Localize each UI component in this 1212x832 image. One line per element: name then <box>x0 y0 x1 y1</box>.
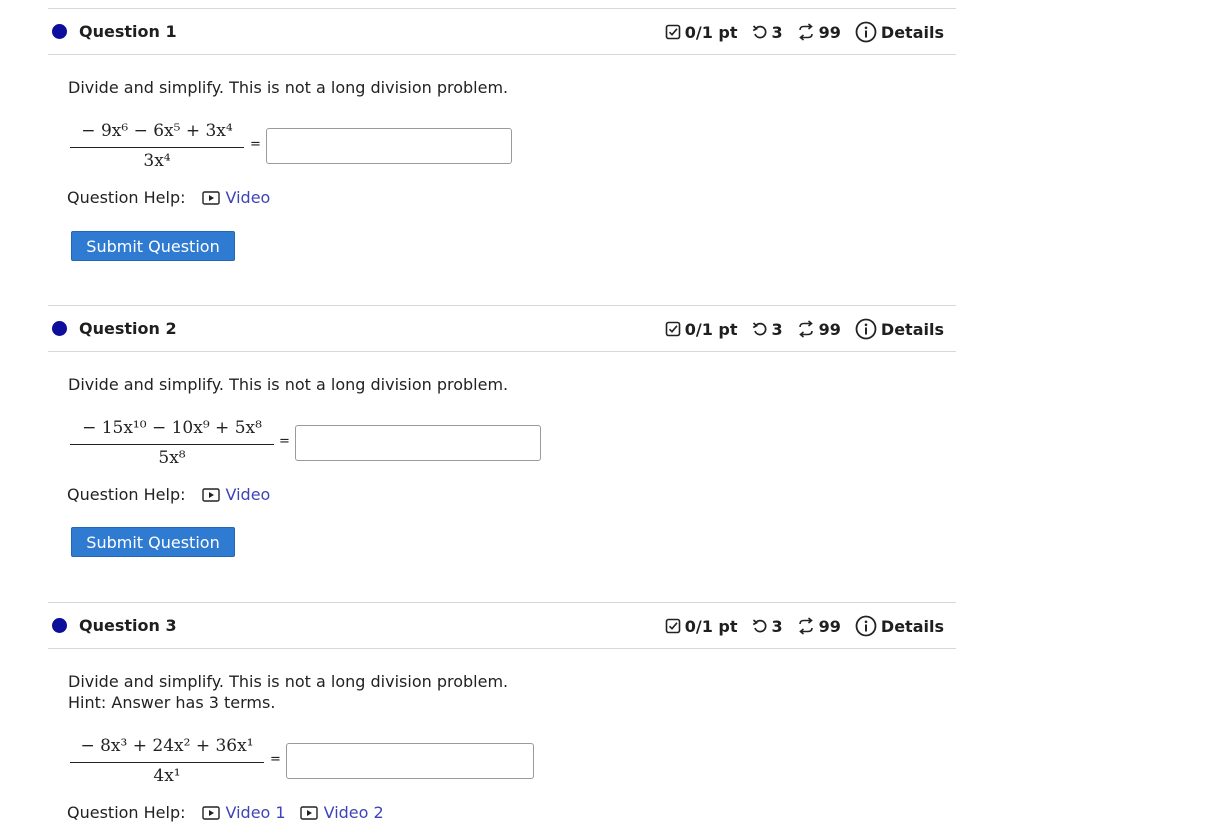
fraction-denominator: 3x⁴ <box>143 151 171 171</box>
video-icon <box>201 487 220 502</box>
fraction-expression: − 8x³ + 24x² + 36x¹ 4x¹ <box>70 736 270 790</box>
fraction-bar <box>70 147 244 148</box>
details-link[interactable]: Details <box>881 320 944 339</box>
question-header: Question 1 0/1 pt 3 99 Details <box>48 8 956 55</box>
question-3: Question 3 0/1 pt 3 99 Details Divide an… <box>48 602 956 822</box>
question-help: Question Help: Video <box>67 485 284 504</box>
question-help: Question Help: Video <box>67 188 284 207</box>
question-title: Question 2 <box>79 319 177 338</box>
question-header: Question 3 0/1 pt 3 99 Details <box>48 602 956 649</box>
video-link[interactable]: Video <box>201 485 271 504</box>
question-meta: 0/1 pt 3 99 Details <box>665 615 944 637</box>
video-icon <box>201 805 220 820</box>
checkbox-score-icon <box>665 321 681 337</box>
video-link-label: Video 1 <box>225 803 286 822</box>
question-title: Question 1 <box>79 22 177 41</box>
attempts-count: 99 <box>818 22 841 42</box>
video-link-1[interactable]: Video 1 <box>201 803 286 822</box>
fraction-expression: − 9x⁶ − 6x⁵ + 3x⁴ 3x⁴ <box>70 121 250 175</box>
video-icon <box>299 805 318 820</box>
attempts-icon <box>798 23 813 41</box>
question-help-label: Question Help: <box>67 803 186 822</box>
details-link[interactable]: Details <box>881 617 944 636</box>
retry-icon <box>752 322 767 336</box>
attempts-icon <box>798 320 813 338</box>
info-icon[interactable] <box>855 318 877 340</box>
status-dot <box>52 24 67 39</box>
fraction-denominator: 4x¹ <box>153 766 181 786</box>
submit-question-button[interactable]: Submit Question <box>71 527 235 557</box>
fraction-numerator: − 15x¹⁰ − 10x⁹ + 5x⁸ <box>82 418 262 438</box>
question-help-label: Question Help: <box>67 188 186 207</box>
retry-icon <box>752 25 767 39</box>
answer-input[interactable] <box>266 128 512 164</box>
checkbox-score-icon <box>665 618 681 634</box>
answer-input[interactable] <box>295 425 541 461</box>
question-1: Question 1 0/1 pt 3 99 Details Divide an… <box>48 8 956 261</box>
question-list: Question 1 0/1 pt 3 99 Details Divide an… <box>0 0 1212 832</box>
answer-input[interactable] <box>286 743 534 779</box>
fraction-bar <box>70 762 264 763</box>
fraction-denominator: 5x⁸ <box>158 448 186 468</box>
equals-sign: = <box>270 752 281 767</box>
submit-question-button[interactable]: Submit Question <box>71 231 235 261</box>
retry-icon <box>752 619 767 633</box>
fraction-expression: − 15x¹⁰ − 10x⁹ + 5x⁸ 5x⁸ <box>70 418 280 472</box>
video-link[interactable]: Video <box>201 188 271 207</box>
score-text: 0/1 pt <box>684 616 738 636</box>
question-prompt: Divide and simplify. This is not a long … <box>68 375 509 394</box>
question-2: Question 2 0/1 pt 3 99 Details Divide an… <box>48 305 956 557</box>
question-help-label: Question Help: <box>67 485 186 504</box>
retries-count: 3 <box>771 616 783 636</box>
info-icon[interactable] <box>855 21 877 43</box>
question-meta: 0/1 pt 3 99 Details <box>665 21 944 43</box>
fraction-numerator: − 9x⁶ − 6x⁵ + 3x⁴ <box>81 121 233 141</box>
equals-sign: = <box>279 434 290 449</box>
fraction-bar <box>70 444 274 445</box>
question-help: Question Help: Video 1 Video 2 <box>67 803 398 822</box>
question-prompt: Divide and simplify. This is not a long … <box>68 672 509 691</box>
question-hint: Hint: Answer has 3 terms. <box>68 693 276 712</box>
video-link-label: Video <box>225 485 271 504</box>
video-link-label: Video <box>225 188 271 207</box>
attempts-count: 99 <box>818 616 841 636</box>
video-link-label: Video 2 <box>323 803 384 822</box>
score-text: 0/1 pt <box>684 319 738 339</box>
details-link[interactable]: Details <box>881 23 944 42</box>
status-dot <box>52 321 67 336</box>
checkbox-score-icon <box>665 24 681 40</box>
score-text: 0/1 pt <box>684 22 738 42</box>
equals-sign: = <box>250 137 261 152</box>
question-header: Question 2 0/1 pt 3 99 Details <box>48 305 956 352</box>
attempts-count: 99 <box>818 319 841 339</box>
attempts-icon <box>798 617 813 635</box>
question-prompt: Divide and simplify. This is not a long … <box>68 78 509 97</box>
question-title: Question 3 <box>79 616 177 635</box>
retries-count: 3 <box>771 22 783 42</box>
video-link-2[interactable]: Video 2 <box>299 803 384 822</box>
retries-count: 3 <box>771 319 783 339</box>
fraction-numerator: − 8x³ + 24x² + 36x¹ <box>80 736 254 756</box>
question-meta: 0/1 pt 3 99 Details <box>665 318 944 340</box>
info-icon[interactable] <box>855 615 877 637</box>
video-icon <box>201 190 220 205</box>
status-dot <box>52 618 67 633</box>
